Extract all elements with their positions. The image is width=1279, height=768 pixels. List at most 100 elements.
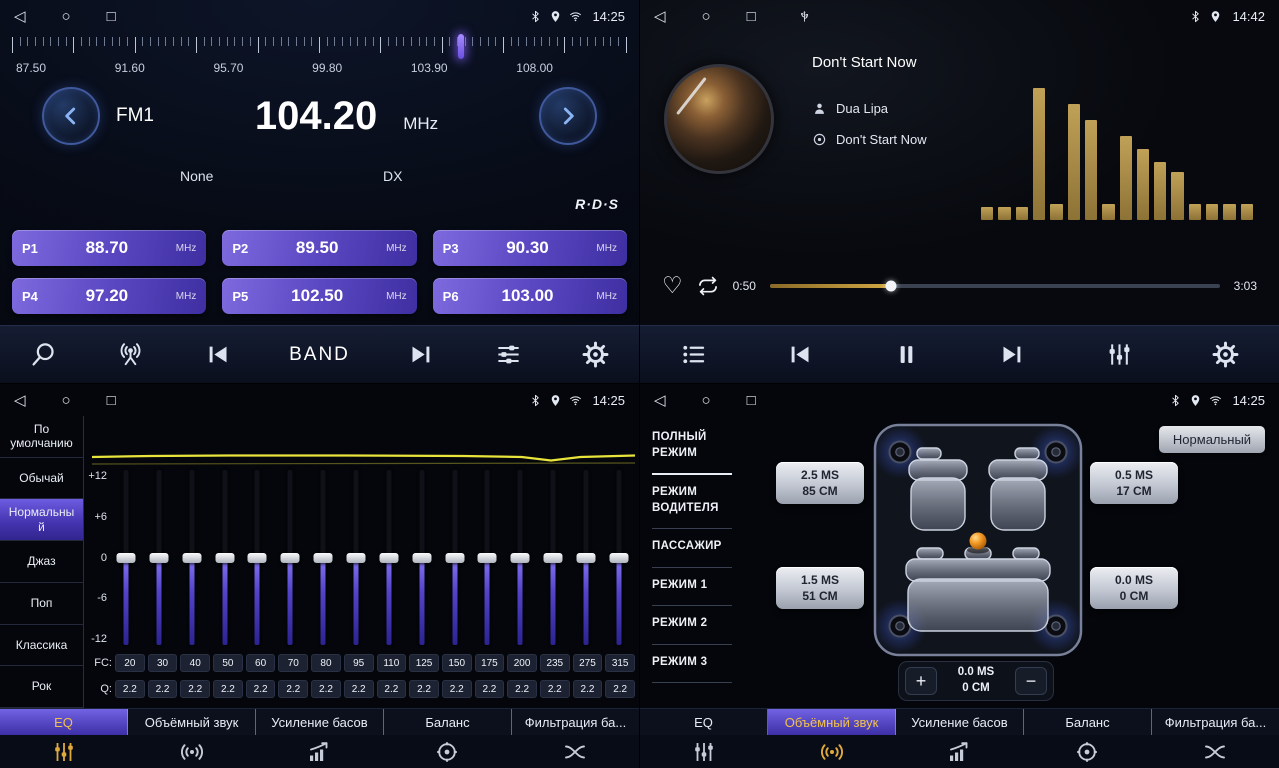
progress-knob[interactable]: [886, 280, 897, 291]
tab-balance[interactable]: Баланс: [1024, 709, 1152, 735]
eq-band-slider[interactable]: [311, 470, 335, 645]
home-button[interactable]: ○: [62, 9, 71, 24]
recents-button[interactable]: □: [107, 9, 116, 24]
eq-band-slider[interactable]: [443, 470, 467, 645]
slider-handle[interactable]: [412, 553, 431, 563]
tuning-ruler[interactable]: [12, 37, 627, 59]
next-track-icon[interactable]: [997, 339, 1029, 371]
tab-filter[interactable]: Фильтрация ба...: [1152, 709, 1279, 735]
eq-sliders-icon[interactable]: [1103, 339, 1135, 371]
eq-band-slider[interactable]: [278, 470, 302, 645]
eq-preset-item[interactable]: Нормальный: [0, 499, 83, 541]
delay-box-front-right[interactable]: 0.5 MS 17 CM: [1090, 462, 1178, 504]
mode-item[interactable]: РЕЖИМ ВОДИТЕЛЯ: [652, 475, 732, 529]
delay-box-rear-right[interactable]: 0.0 MS 0 CM: [1090, 567, 1178, 609]
back-button[interactable]: ◁: [654, 9, 666, 24]
eq-band-slider[interactable]: [574, 470, 598, 645]
gear-icon[interactable]: [579, 339, 611, 371]
progress-bar[interactable]: [770, 284, 1220, 288]
mode-item[interactable]: ПОЛНЫЙ РЕЖИМ: [652, 420, 732, 475]
scan-icon[interactable]: [28, 339, 60, 371]
slider-handle[interactable]: [281, 553, 300, 563]
preset-button-p6[interactable]: P6103.00MHz: [433, 278, 627, 314]
bass-boost-icon[interactable]: [896, 735, 1024, 768]
repeat-button[interactable]: [697, 275, 719, 297]
tab-surround-sound[interactable]: Объёмный звук: [128, 709, 256, 735]
delay-box-rear-left[interactable]: 1.5 MS 51 CM: [776, 567, 864, 609]
tab-filter[interactable]: Фильтрация ба...: [512, 709, 639, 735]
eq-preset-item[interactable]: По умолчанию: [0, 416, 83, 458]
tune-down-button[interactable]: [42, 87, 100, 145]
eq-preset-item[interactable]: Джаз: [0, 541, 83, 583]
bass-boost-icon[interactable]: [256, 735, 384, 768]
balance-icon[interactable]: [1023, 735, 1151, 768]
preset-button-p2[interactable]: P289.50MHz: [222, 230, 416, 266]
filter-icon[interactable]: [511, 735, 639, 768]
eq-band-slider[interactable]: [213, 470, 237, 645]
eq-preset-item[interactable]: Обычай: [0, 458, 83, 500]
preset-button-p3[interactable]: P390.30MHz: [433, 230, 627, 266]
back-button[interactable]: ◁: [14, 393, 26, 408]
playlist-icon[interactable]: [677, 339, 709, 371]
mode-item[interactable]: ПАССАЖИР: [652, 529, 732, 568]
preset-button-p5[interactable]: P5102.50MHz: [222, 278, 416, 314]
home-button[interactable]: ○: [702, 393, 711, 408]
surround-icon[interactable]: [768, 735, 896, 768]
slider-handle[interactable]: [347, 553, 366, 563]
band-button[interactable]: BAND: [289, 344, 350, 366]
delay-box-front-left[interactable]: 2.5 MS 85 CM: [776, 462, 864, 504]
tab-surround-sound[interactable]: Объёмный звук: [768, 709, 896, 735]
previous-track-icon[interactable]: [784, 339, 816, 371]
tab-eq[interactable]: EQ: [0, 709, 128, 735]
mode-item[interactable]: РЕЖИМ 1: [652, 568, 732, 607]
slider-handle[interactable]: [445, 553, 464, 563]
tab-balance[interactable]: Баланс: [384, 709, 512, 735]
back-button[interactable]: ◁: [14, 9, 26, 24]
eq-band-slider[interactable]: [377, 470, 401, 645]
next-station-icon[interactable]: [405, 339, 437, 371]
eq-band-slider[interactable]: [245, 470, 269, 645]
tune-up-button[interactable]: [539, 87, 597, 145]
favorite-button[interactable]: ♡: [662, 274, 683, 297]
eq-sliders-icon[interactable]: [492, 339, 524, 371]
eq-band-slider[interactable]: [344, 470, 368, 645]
decrease-delay-button[interactable]: −: [1015, 667, 1047, 695]
sound-preset-button[interactable]: Нормальный: [1159, 426, 1265, 453]
tab-eq[interactable]: EQ: [640, 709, 768, 735]
tab-bass-boost[interactable]: Усиление басов: [256, 709, 384, 735]
eq-band-slider[interactable]: [508, 470, 532, 645]
eq-band-slider[interactable]: [475, 470, 499, 645]
increase-delay-button[interactable]: +: [905, 667, 937, 695]
preset-button-p1[interactable]: P188.70MHz: [12, 230, 206, 266]
eq-band-slider[interactable]: [607, 470, 631, 645]
balance-icon[interactable]: [383, 735, 511, 768]
eq-band-slider[interactable]: [114, 470, 138, 645]
back-button[interactable]: ◁: [654, 393, 666, 408]
tab-bass-boost[interactable]: Усиление басов: [896, 709, 1024, 735]
slider-handle[interactable]: [215, 553, 234, 563]
gear-icon[interactable]: [1210, 339, 1242, 371]
slider-handle[interactable]: [577, 553, 596, 563]
eq-preset-item[interactable]: Классика: [0, 625, 83, 667]
broadcast-icon[interactable]: [115, 339, 147, 371]
slider-handle[interactable]: [478, 553, 497, 563]
home-button[interactable]: ○: [702, 9, 711, 24]
slider-handle[interactable]: [511, 553, 530, 563]
slider-handle[interactable]: [182, 553, 201, 563]
home-button[interactable]: ○: [62, 393, 71, 408]
previous-station-icon[interactable]: [202, 339, 234, 371]
surround-icon[interactable]: [128, 735, 256, 768]
tuning-indicator[interactable]: [458, 34, 464, 59]
eq-band-slider[interactable]: [410, 470, 434, 645]
recents-button[interactable]: □: [747, 393, 756, 408]
recents-button[interactable]: □: [107, 393, 116, 408]
slider-handle[interactable]: [117, 553, 136, 563]
eq-band-slider[interactable]: [541, 470, 565, 645]
recents-button[interactable]: □: [747, 9, 756, 24]
eq-band-slider[interactable]: [180, 470, 204, 645]
slider-handle[interactable]: [248, 553, 267, 563]
mode-item[interactable]: РЕЖИМ 3: [652, 645, 732, 684]
eq-band-slider[interactable]: [147, 470, 171, 645]
filter-icon[interactable]: [1151, 735, 1279, 768]
slider-handle[interactable]: [314, 553, 333, 563]
